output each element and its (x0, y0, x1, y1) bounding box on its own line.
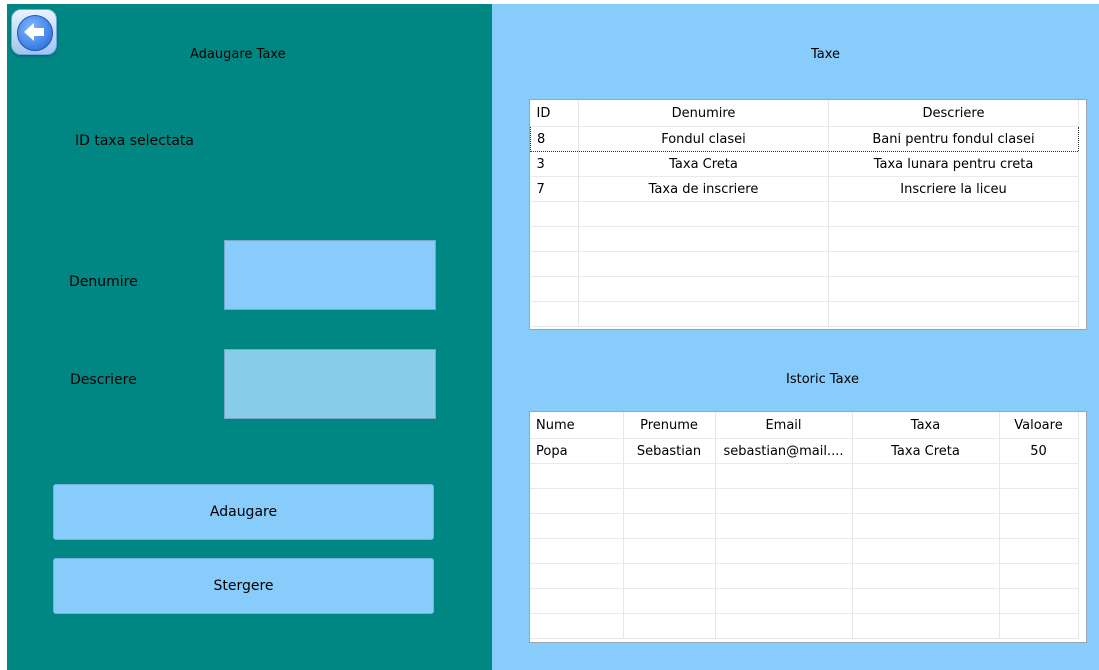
arrow-left-icon (24, 23, 44, 41)
empty-row (530, 201, 1079, 227)
history-header-row: Nume Prenume Email Taxa Valoare (530, 412, 1079, 439)
column-header[interactable]: Taxa (852, 412, 1000, 439)
table-cell: Inscriere la liceu (828, 176, 1079, 202)
denumire-label: Denumire (69, 274, 138, 290)
table-row[interactable]: Popa Sebastian sebastian@mail.... Taxa C… (530, 438, 1079, 464)
column-header[interactable]: ID (530, 100, 579, 127)
table-cell: 3 (530, 151, 579, 177)
back-button[interactable] (11, 9, 57, 55)
empty-row (530, 463, 1079, 489)
taxes-title: Taxe (811, 47, 841, 62)
table-cell: Popa (530, 438, 624, 464)
empty-row (530, 226, 1079, 252)
delete-button[interactable]: Stergere (53, 558, 434, 614)
column-header[interactable]: Nume (530, 412, 624, 439)
table-cell: Taxa Creta (578, 151, 829, 177)
add-tax-title: Adaugare Taxe (190, 47, 286, 62)
table-row[interactable]: 7 Taxa de inscriere Inscriere la liceu (530, 176, 1079, 202)
empty-row (530, 563, 1079, 589)
empty-row (530, 613, 1079, 639)
table-cell: 7 (530, 176, 579, 202)
table-cell: Taxa lunara pentru creta (828, 151, 1079, 177)
taxes-table[interactable]: ID Denumire Descriere 8 Fondul clasei Ba… (529, 99, 1087, 330)
table-row[interactable]: 8 Fondul clasei Bani pentru fondul clase… (530, 126, 1079, 152)
add-button[interactable]: Adaugare (53, 484, 434, 540)
table-cell: 50 (999, 438, 1079, 464)
history-table[interactable]: Nume Prenume Email Taxa Valoare Popa Seb… (529, 411, 1087, 643)
empty-row (530, 276, 1079, 302)
table-cell: sebastian@mail.... (715, 438, 853, 464)
column-header[interactable]: Denumire (578, 100, 829, 127)
descriere-label: Descriere (70, 372, 137, 388)
denumire-input[interactable] (224, 240, 436, 310)
empty-row (530, 513, 1079, 539)
taxes-header-row: ID Denumire Descriere (530, 100, 1079, 127)
column-header[interactable]: Descriere (828, 100, 1079, 127)
descriere-input[interactable] (224, 349, 436, 419)
column-header[interactable]: Valoare (999, 412, 1079, 439)
table-cell: Taxa Creta (852, 438, 1000, 464)
column-header[interactable]: Email (715, 412, 853, 439)
empty-row (530, 538, 1079, 564)
column-header[interactable]: Prenume (623, 412, 716, 439)
empty-row (530, 588, 1079, 614)
empty-row (530, 251, 1079, 277)
table-cell: 8 (530, 126, 579, 152)
table-cell: Bani pentru fondul clasei (828, 126, 1079, 152)
table-cell: Taxa de inscriere (578, 176, 829, 202)
table-cell: Fondul clasei (578, 126, 829, 152)
table-cell: Sebastian (623, 438, 716, 464)
selected-tax-id-label: ID taxa selectata (75, 133, 194, 149)
table-row[interactable]: 3 Taxa Creta Taxa lunara pentru creta (530, 151, 1079, 177)
empty-row (530, 488, 1079, 514)
history-title: Istoric Taxe (786, 372, 859, 387)
empty-row (530, 301, 1079, 327)
